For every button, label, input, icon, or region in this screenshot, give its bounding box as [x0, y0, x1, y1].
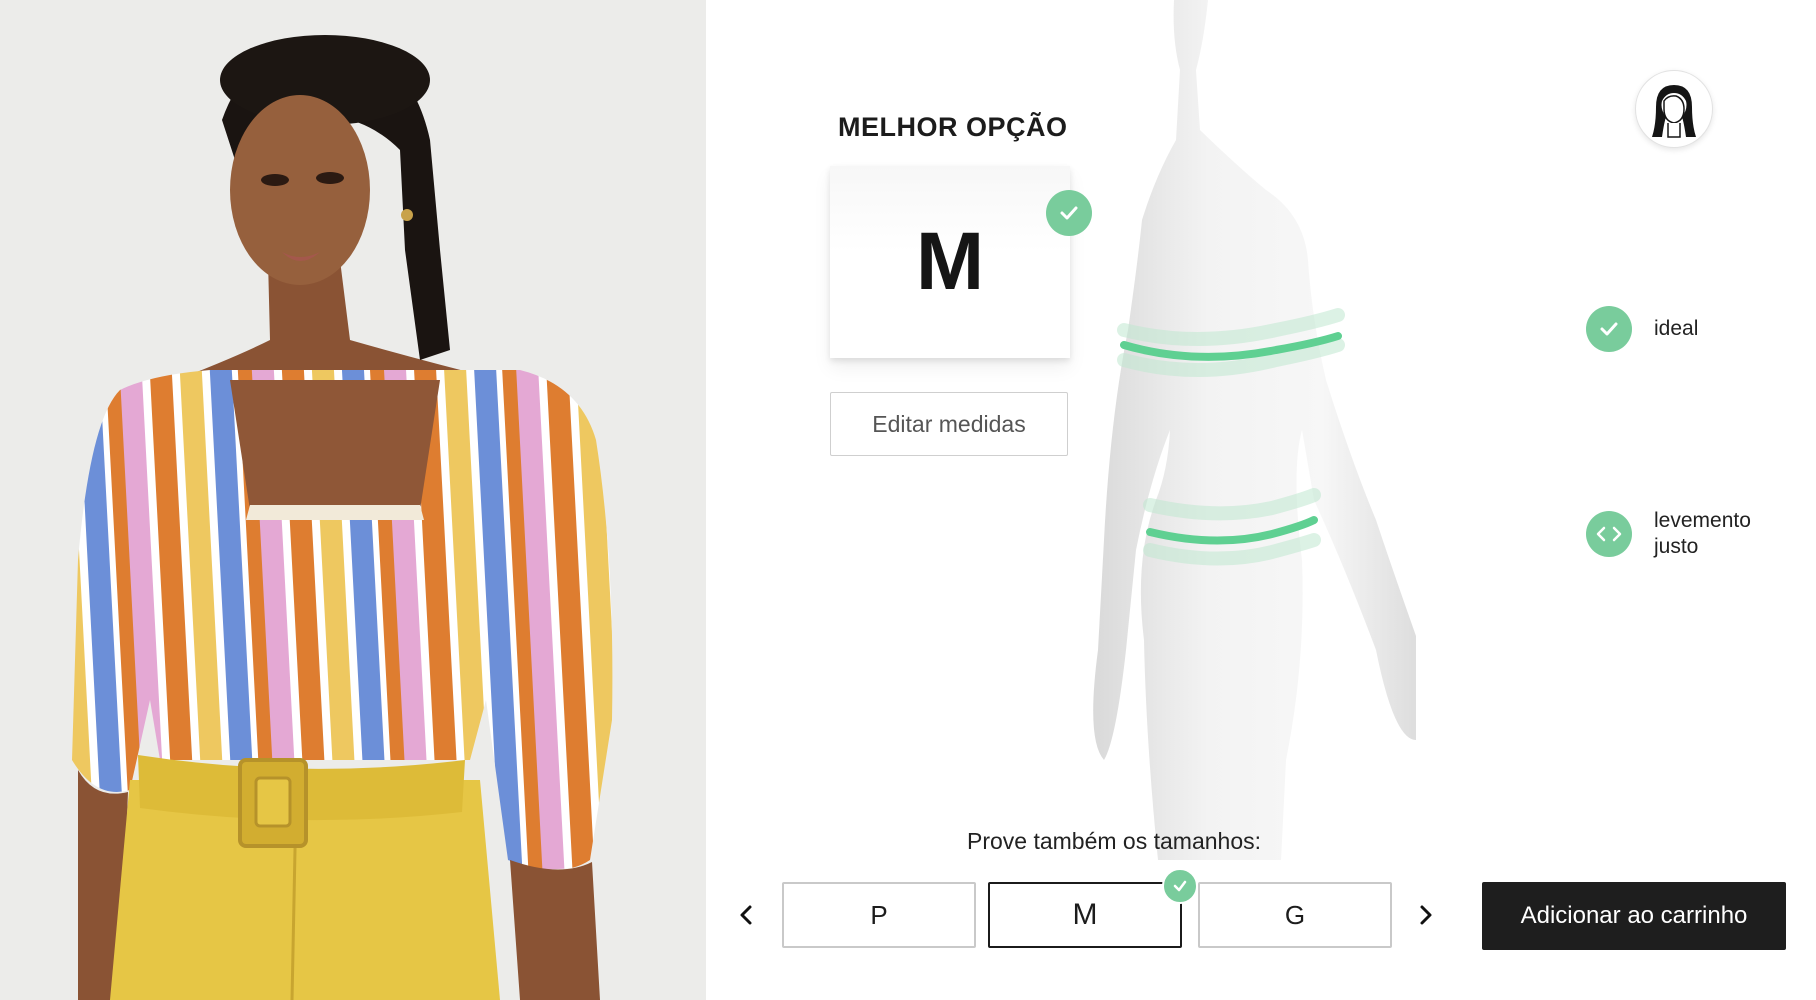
- size-option-p[interactable]: P: [782, 882, 976, 948]
- fit-panel: MELHOR OPÇÃO M Editar medidas ideal leve…: [706, 0, 1816, 1000]
- expand-horizontal-icon: [1586, 511, 1632, 557]
- check-icon: [1586, 306, 1632, 352]
- check-icon: [1046, 190, 1092, 236]
- fit-legend-label: ideal: [1654, 317, 1699, 340]
- fit-legend-slightly-tight: levemento justo: [1586, 508, 1774, 560]
- edit-measurements-button[interactable]: Editar medidas: [830, 392, 1068, 456]
- female-avatar-icon[interactable]: [1635, 70, 1713, 148]
- best-option-title: MELHOR OPÇÃO: [838, 112, 1068, 142]
- add-to-cart-button[interactable]: Adicionar ao carrinho: [1482, 882, 1786, 950]
- recommended-size-card: M: [830, 166, 1070, 358]
- recommended-size: M: [915, 216, 985, 307]
- chevron-right-icon[interactable]: [1408, 893, 1444, 937]
- product-photo: [0, 0, 706, 1000]
- size-option-m[interactable]: M: [988, 882, 1182, 948]
- fit-legend-ideal: ideal: [1586, 306, 1774, 352]
- check-icon: [1162, 868, 1198, 904]
- fit-legend-label: levemento justo: [1654, 509, 1751, 558]
- try-sizes-label: Prove também os tamanhos:: [966, 828, 1262, 854]
- size-option-g[interactable]: G: [1198, 882, 1392, 948]
- chevron-left-icon[interactable]: [728, 893, 764, 937]
